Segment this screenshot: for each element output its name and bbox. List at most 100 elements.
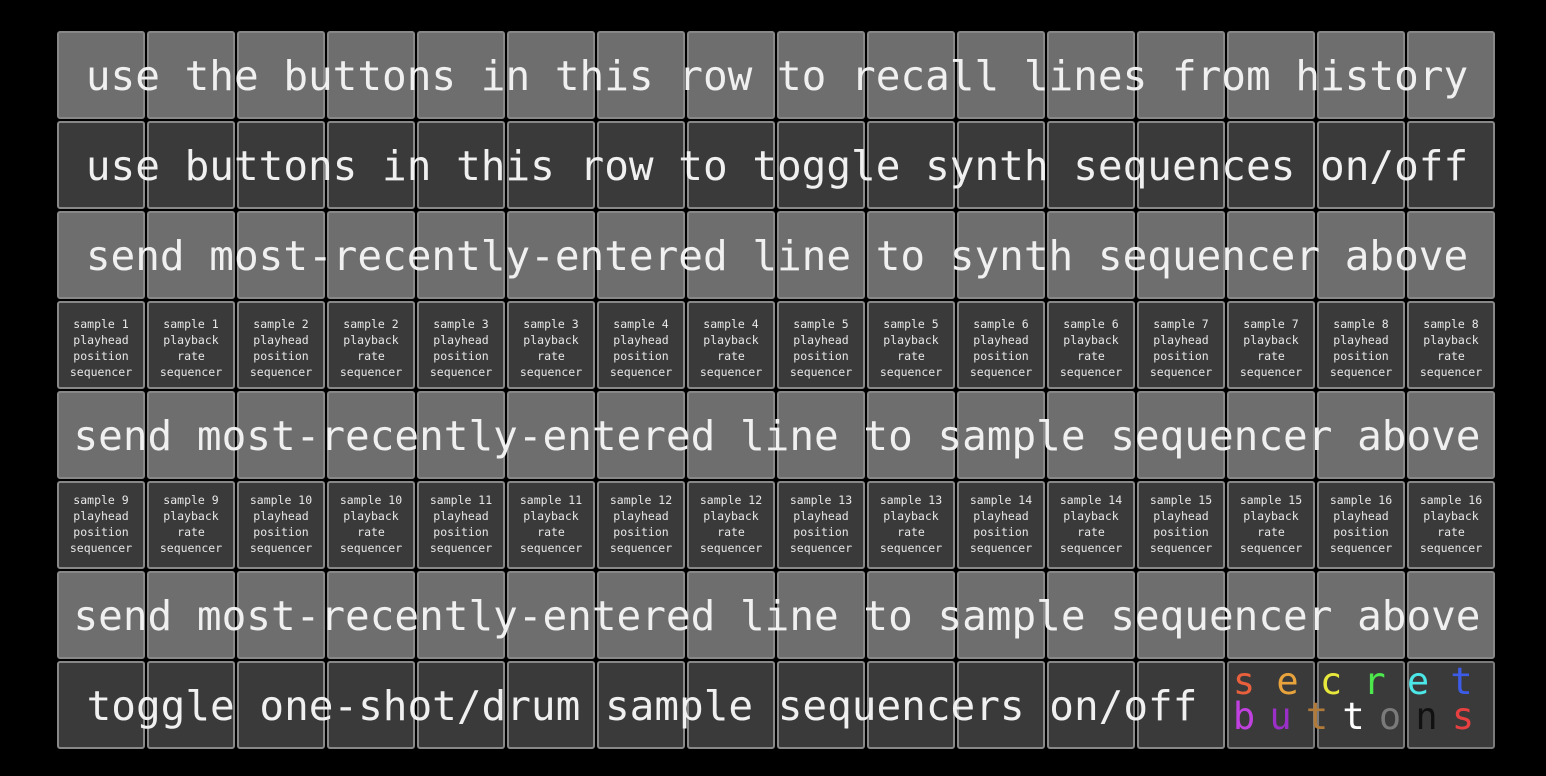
- grid-button-send-sample-a-15[interactable]: [1317, 391, 1405, 479]
- grid-button-history-12[interactable]: [1047, 31, 1135, 119]
- grid-button-sample-seq-bottom-10[interactable]: [867, 481, 955, 569]
- grid-button-send-sample-b-14[interactable]: [1227, 571, 1315, 659]
- grid-button-synth-toggle-16[interactable]: [1407, 121, 1495, 209]
- grid-button-synth-toggle-11[interactable]: [957, 121, 1045, 209]
- grid-button-sample-seq-top-11[interactable]: [957, 301, 1045, 389]
- grid-button-sample-seq-bottom-14[interactable]: [1227, 481, 1315, 569]
- grid-button-send-sample-b-1[interactable]: [57, 571, 145, 659]
- grid-button-send-synth-15[interactable]: [1317, 211, 1405, 299]
- grid-button-send-sample-b-15[interactable]: [1317, 571, 1405, 659]
- grid-button-send-sample-a-5[interactable]: [417, 391, 505, 479]
- grid-button-sample-seq-bottom-6[interactable]: [507, 481, 595, 569]
- grid-button-sample-seq-top-8[interactable]: [687, 301, 775, 389]
- grid-button-sample-seq-top-4[interactable]: [327, 301, 415, 389]
- grid-button-history-15[interactable]: [1317, 31, 1405, 119]
- grid-button-send-sample-b-3[interactable]: [237, 571, 325, 659]
- grid-button-drum-toggle-16[interactable]: [1407, 661, 1495, 749]
- grid-button-history-16[interactable]: [1407, 31, 1495, 119]
- grid-button-send-synth-6[interactable]: [507, 211, 595, 299]
- grid-button-history-4[interactable]: [327, 31, 415, 119]
- grid-button-sample-seq-top-1[interactable]: [57, 301, 145, 389]
- grid-button-send-sample-b-10[interactable]: [867, 571, 955, 659]
- grid-button-history-9[interactable]: [777, 31, 865, 119]
- grid-button-send-synth-11[interactable]: [957, 211, 1045, 299]
- grid-button-drum-toggle-12[interactable]: [1047, 661, 1135, 749]
- grid-button-send-sample-b-7[interactable]: [597, 571, 685, 659]
- grid-button-history-8[interactable]: [687, 31, 775, 119]
- grid-button-send-synth-10[interactable]: [867, 211, 955, 299]
- grid-button-synth-toggle-4[interactable]: [327, 121, 415, 209]
- grid-button-send-sample-a-11[interactable]: [957, 391, 1045, 479]
- grid-button-history-11[interactable]: [957, 31, 1045, 119]
- grid-button-send-sample-b-8[interactable]: [687, 571, 775, 659]
- grid-button-sample-seq-bottom-15[interactable]: [1317, 481, 1405, 569]
- grid-button-send-sample-b-6[interactable]: [507, 571, 595, 659]
- grid-button-sample-seq-bottom-11[interactable]: [957, 481, 1045, 569]
- grid-button-sample-seq-top-3[interactable]: [237, 301, 325, 389]
- grid-button-send-sample-b-16[interactable]: [1407, 571, 1495, 659]
- grid-button-send-sample-b-4[interactable]: [327, 571, 415, 659]
- grid-button-synth-toggle-15[interactable]: [1317, 121, 1405, 209]
- grid-button-send-sample-a-6[interactable]: [507, 391, 595, 479]
- grid-button-send-sample-a-2[interactable]: [147, 391, 235, 479]
- grid-button-sample-seq-top-10[interactable]: [867, 301, 955, 389]
- grid-button-send-synth-3[interactable]: [237, 211, 325, 299]
- grid-button-send-sample-b-12[interactable]: [1047, 571, 1135, 659]
- grid-button-sample-seq-bottom-1[interactable]: [57, 481, 145, 569]
- grid-button-sample-seq-bottom-7[interactable]: [597, 481, 685, 569]
- grid-button-send-sample-b-9[interactable]: [777, 571, 865, 659]
- grid-button-send-sample-b-13[interactable]: [1137, 571, 1225, 659]
- grid-button-sample-seq-bottom-9[interactable]: [777, 481, 865, 569]
- grid-button-send-sample-a-4[interactable]: [327, 391, 415, 479]
- grid-button-send-sample-a-14[interactable]: [1227, 391, 1315, 479]
- grid-button-history-14[interactable]: [1227, 31, 1315, 119]
- grid-button-drum-toggle-13[interactable]: [1137, 661, 1225, 749]
- grid-button-send-synth-16[interactable]: [1407, 211, 1495, 299]
- grid-button-synth-toggle-13[interactable]: [1137, 121, 1225, 209]
- grid-button-drum-toggle-10[interactable]: [867, 661, 955, 749]
- grid-button-sample-seq-bottom-8[interactable]: [687, 481, 775, 569]
- grid-button-send-sample-a-3[interactable]: [237, 391, 325, 479]
- grid-button-send-synth-12[interactable]: [1047, 211, 1135, 299]
- grid-button-history-6[interactable]: [507, 31, 595, 119]
- grid-button-drum-toggle-6[interactable]: [507, 661, 595, 749]
- grid-button-send-sample-a-10[interactable]: [867, 391, 955, 479]
- grid-button-drum-toggle-4[interactable]: [327, 661, 415, 749]
- grid-button-history-13[interactable]: [1137, 31, 1225, 119]
- grid-button-send-synth-7[interactable]: [597, 211, 685, 299]
- grid-button-history-10[interactable]: [867, 31, 955, 119]
- grid-button-drum-toggle-1[interactable]: [57, 661, 145, 749]
- grid-button-send-sample-b-5[interactable]: [417, 571, 505, 659]
- grid-button-send-sample-a-9[interactable]: [777, 391, 865, 479]
- grid-button-send-sample-b-11[interactable]: [957, 571, 1045, 659]
- grid-button-sample-seq-bottom-16[interactable]: [1407, 481, 1495, 569]
- grid-button-sample-seq-top-12[interactable]: [1047, 301, 1135, 389]
- grid-button-send-synth-4[interactable]: [327, 211, 415, 299]
- grid-button-sample-seq-top-9[interactable]: [777, 301, 865, 389]
- grid-button-synth-toggle-5[interactable]: [417, 121, 505, 209]
- grid-button-synth-toggle-1[interactable]: [57, 121, 145, 209]
- grid-button-sample-seq-top-7[interactable]: [597, 301, 685, 389]
- grid-button-send-synth-14[interactable]: [1227, 211, 1315, 299]
- grid-button-synth-toggle-12[interactable]: [1047, 121, 1135, 209]
- grid-button-send-synth-9[interactable]: [777, 211, 865, 299]
- grid-button-history-5[interactable]: [417, 31, 505, 119]
- grid-button-send-sample-a-12[interactable]: [1047, 391, 1135, 479]
- grid-button-sample-seq-bottom-3[interactable]: [237, 481, 325, 569]
- grid-button-send-sample-a-13[interactable]: [1137, 391, 1225, 479]
- grid-button-sample-seq-top-13[interactable]: [1137, 301, 1225, 389]
- grid-button-history-2[interactable]: [147, 31, 235, 119]
- grid-button-send-synth-13[interactable]: [1137, 211, 1225, 299]
- grid-button-synth-toggle-2[interactable]: [147, 121, 235, 209]
- grid-button-sample-seq-bottom-4[interactable]: [327, 481, 415, 569]
- grid-button-synth-toggle-10[interactable]: [867, 121, 955, 209]
- grid-button-synth-toggle-7[interactable]: [597, 121, 685, 209]
- grid-button-history-3[interactable]: [237, 31, 325, 119]
- grid-button-drum-toggle-7[interactable]: [597, 661, 685, 749]
- grid-button-synth-toggle-6[interactable]: [507, 121, 595, 209]
- grid-button-drum-toggle-11[interactable]: [957, 661, 1045, 749]
- grid-button-send-synth-1[interactable]: [57, 211, 145, 299]
- grid-button-drum-toggle-15[interactable]: [1317, 661, 1405, 749]
- grid-button-send-sample-a-1[interactable]: [57, 391, 145, 479]
- grid-button-sample-seq-top-16[interactable]: [1407, 301, 1495, 389]
